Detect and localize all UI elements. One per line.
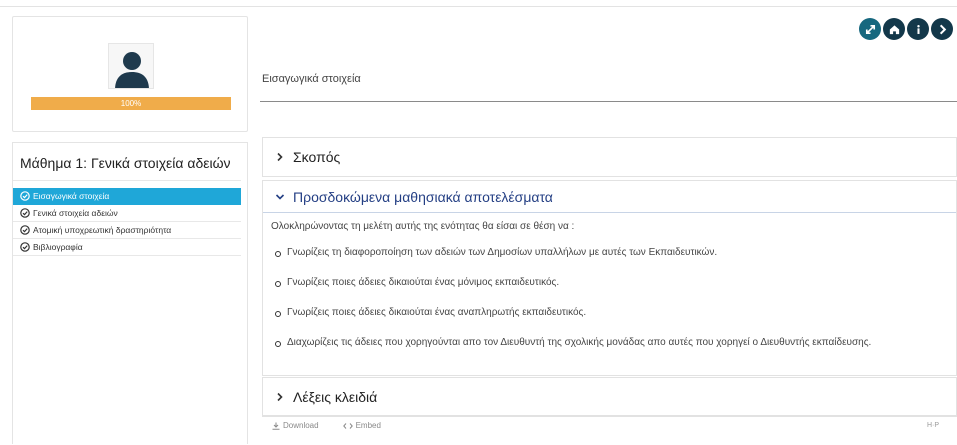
profile-card: 100% [12,16,248,132]
outcome-item: Γνωρίζεις τη διαφοροποίηση των αδειών τω… [275,246,905,260]
home-button[interactable] [883,18,905,40]
lesson-item-label: Ατομική υποχρεωτική δραστηριότητα [33,225,172,235]
lesson-menu: Μάθημα 1: Γενικά στοιχεία αδειών Εισαγωγ… [12,142,248,444]
accordion-body: Ολοκληρώνοντας τη μελέτη αυτής της ενότη… [263,213,956,350]
chevron-right-icon [277,152,283,162]
lesson-item-label: Εισαγωγικά στοιχεία [33,191,110,201]
user-silhouette-icon [108,43,154,89]
check-circle-icon [20,242,30,252]
embed-icon [342,422,353,429]
expand-icon [865,24,875,34]
progress-bar: 100% [31,97,231,110]
check-circle-icon [20,208,30,218]
lesson-item-activity[interactable]: Ατομική υποχρεωτική δραστηριότητα [13,222,241,239]
embed-link[interactable]: Embed [342,421,393,430]
next-button[interactable] [931,18,953,40]
lesson-title: Μάθημα 1: Γενικά στοιχεία αδειών [13,143,241,181]
accordion-title: Λέξεις κλειδιά [293,389,378,405]
download-label: Download [283,421,319,430]
check-circle-icon [20,191,30,201]
page-title: Εισαγωγικά στοιχεία [262,73,361,85]
check-circle-icon [20,225,30,235]
accordion-outcomes-toggle[interactable]: Προσδοκώμενα μαθησιακά αποτελέσματα [263,181,956,213]
chevron-right-icon [277,392,283,402]
lesson-item-intro[interactable]: Εισαγωγικά στοιχεία [13,188,241,205]
chevron-down-icon [275,193,285,200]
download-link[interactable]: Download [272,421,331,430]
lesson-item-label: Γενικά στοιχεία αδειών [33,208,118,218]
embed-label: Embed [355,421,381,430]
accordion-title: Σκοπός [293,149,341,165]
progress-fill: 100% [31,97,231,110]
toolbar [859,18,953,40]
h5p-footer: Download Embed H·P [262,415,957,435]
accordion-title: Προσδοκώμενα μαθησιακά αποτελέσματα [293,188,553,205]
accordion-keywords: Λέξεις κλειδιά [262,377,957,417]
lesson-item-list: Εισαγωγικά στοιχεία Γενικά στοιχεία αδει… [13,188,247,256]
download-icon [272,422,280,430]
outcome-item: Γνωρίζεις ποιες άδειες δικαιούται ένας μ… [275,276,905,290]
outcomes-intro: Ολοκληρώνοντας τη μελέτη αυτής της ενότη… [271,221,575,232]
outcomes-list: Γνωρίζεις τη διαφοροποίηση των αδειών τω… [271,246,946,350]
accordion-purpose: Σκοπός [262,137,957,177]
next-icon [939,24,946,34]
h5p-logo[interactable]: H·P [927,422,939,429]
outcome-item: Γνωρίζεις ποιες άδειες δικαιούται ένας α… [275,306,905,320]
info-icon [916,24,920,34]
top-divider [0,6,957,7]
accordion-outcomes: Προσδοκώμενα μαθησιακά αποτελέσματα Ολοκ… [262,180,957,376]
expand-button[interactable] [859,18,881,40]
accordion-purpose-toggle[interactable]: Σκοπός [263,138,956,176]
outcome-item: Διαχωρίζεις τις άδειες που χορηγούνται α… [275,336,905,350]
lesson-item-label: Βιβλιογραφία [33,242,83,252]
heading-divider [260,101,957,102]
info-button[interactable] [907,18,929,40]
home-icon [889,24,899,34]
accordion-keywords-toggle[interactable]: Λέξεις κλειδιά [263,378,956,416]
lesson-item-bibliography[interactable]: Βιβλιογραφία [13,239,241,256]
lesson-item-general[interactable]: Γενικά στοιχεία αδειών [13,205,241,222]
